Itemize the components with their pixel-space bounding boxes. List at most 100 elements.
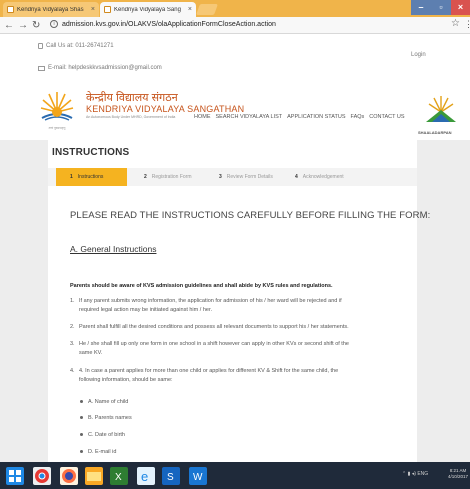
excel-icon[interactable]: X: [110, 467, 128, 485]
email-text: E-mail: helpdeskkvsadmission@gmail.com: [48, 65, 162, 71]
address-bar: ← → ↻ i admission.kvs.gov.in/OLAKVS/olaA…: [0, 17, 470, 34]
new-tab-button[interactable]: [195, 4, 219, 15]
chrome-icon[interactable]: [33, 467, 51, 485]
list-item: D. E-mail id: [80, 449, 116, 455]
volume-icon[interactable]: ◂): [412, 471, 416, 477]
clock-time: 8:21 AM: [449, 468, 467, 473]
top-info-bar: Call Us at: 011-26741271 E-mail: helpdes…: [0, 35, 470, 78]
instruction-item: 2. Parent shall fulfill all the desired c…: [70, 323, 390, 332]
item-number: 4.: [70, 368, 75, 374]
back-icon[interactable]: ←: [4, 19, 14, 32]
step-label: Acknowledgement: [302, 174, 344, 180]
ie-icon[interactable]: e: [137, 467, 155, 485]
shaaladarpan-label: SHAALADARPAN: [418, 130, 452, 135]
instruction-item: 4. 4. In case a parent applies for more t…: [70, 367, 390, 385]
browser-titlebar: Kendriya Vidyalaya Shas × Kendriya Vidya…: [0, 0, 470, 17]
item-text: If any parent submits wrong information,…: [79, 298, 342, 304]
bullet-text: B. Parents names: [88, 415, 132, 421]
lead-statement: Parents should be aware of KVS admission…: [70, 283, 333, 289]
page-viewport: Call Us at: 011-26741271 E-mail: helpdes…: [0, 35, 470, 462]
instruction-item: 1. If any parent submits wrong informatio…: [70, 297, 390, 315]
shaaladarpan-logo-icon[interactable]: [424, 94, 458, 124]
menu-icon[interactable]: ⋮: [464, 19, 470, 30]
tray-arrow-icon[interactable]: ⌃: [402, 471, 406, 477]
skype-icon[interactable]: S: [162, 467, 180, 485]
browser-tab-2[interactable]: Kendriya Vidyalaya Sang ×: [100, 2, 196, 17]
minimize-button[interactable]: –: [411, 0, 431, 15]
kvs-logo-icon[interactable]: [40, 90, 74, 122]
list-item: A. Name of child: [80, 399, 128, 405]
page-icon: [104, 6, 111, 13]
svg-text:X: X: [115, 472, 122, 483]
item-text-continued: same KV.: [79, 350, 103, 356]
step-acknowledgement[interactable]: 4 Acknowledgement: [295, 168, 344, 186]
step-number: 4: [295, 174, 298, 180]
close-icon[interactable]: ×: [188, 6, 192, 13]
step-instructions[interactable]: 1 Instructions: [56, 168, 127, 186]
step-label: Registration Form: [151, 174, 192, 180]
svg-text:e: e: [141, 469, 148, 484]
close-icon[interactable]: ×: [91, 6, 95, 13]
forward-icon[interactable]: →: [18, 19, 28, 32]
bullet-text: D. E-mail id: [88, 449, 117, 455]
maximize-button[interactable]: ▫: [431, 0, 451, 15]
page-icon: [7, 6, 14, 13]
call-info: Call Us at: 011-26741271: [38, 43, 114, 49]
clock[interactable]: 8:21 AM 4/10/2017: [448, 468, 468, 480]
mail-icon: [38, 65, 45, 71]
info-icon[interactable]: i: [50, 20, 58, 28]
start-icon[interactable]: [6, 467, 24, 485]
svg-text:W: W: [193, 472, 203, 483]
svg-text:S: S: [167, 472, 174, 483]
url-field[interactable]: i admission.kvs.gov.in/OLAKVS/olaApplica…: [50, 20, 276, 28]
item-text-continued: following information, should be same:: [79, 377, 173, 383]
progress-steps: 1 Instructions 2 Registration Form 3 Review…: [48, 168, 417, 186]
bullet-text: A. Name of child: [88, 399, 129, 405]
step-label: Instructions: [77, 174, 104, 180]
tab-label: Kendriya Vidyalaya Shas: [17, 6, 84, 13]
bookmark-star-icon[interactable]: ☆: [451, 18, 460, 29]
list-item: C. Date of birth: [80, 432, 125, 438]
browser-tab-1[interactable]: Kendriya Vidyalaya Shas ×: [3, 2, 99, 17]
item-number: 2.: [70, 324, 75, 330]
nav-faqs[interactable]: FAQs: [351, 114, 365, 120]
url-text: admission.kvs.gov.in/OLAKVS/olaApplicati…: [62, 20, 276, 28]
item-text: 4. In case a parent applies for more tha…: [79, 368, 339, 374]
folder-icon[interactable]: [85, 467, 103, 485]
item-text: Parent shall fulfill all the desired con…: [79, 324, 349, 330]
nav-application-status[interactable]: APPLICATION STATUS: [287, 114, 345, 120]
brand-hindi: केन्द्रीय विद्यालय संगठन: [86, 92, 178, 104]
email-info: E-mail: helpdeskkvsadmission@gmail.com: [38, 65, 162, 71]
nav-contact-us[interactable]: CONTACT US: [369, 114, 404, 120]
network-icon[interactable]: ▮: [408, 471, 411, 477]
word-icon[interactable]: W: [189, 467, 207, 485]
page-title: INSTRUCTIONS: [52, 147, 130, 158]
step-registration-form[interactable]: 2 Registration Form: [144, 168, 192, 186]
nav-home[interactable]: HOME: [194, 114, 211, 120]
step-number: 1: [70, 174, 73, 180]
firefox-icon[interactable]: [60, 467, 78, 485]
system-tray: ⌃ ▮ ◂) ENG: [402, 471, 428, 477]
phone-icon: [38, 43, 43, 49]
tab-label: Kendriya Vidyalaya Sang: [114, 6, 181, 13]
taskbar: X e S W ⌃ ▮ ◂) ENG 8:21 AM 4/10/2017: [0, 462, 470, 489]
call-text: Call Us at: 011-26741271: [46, 43, 114, 49]
instructions-card: INSTRUCTIONS 1 Instructions 2 Registration…: [48, 140, 430, 462]
language-indicator[interactable]: ENG: [417, 471, 428, 477]
reload-icon[interactable]: ↻: [32, 19, 40, 32]
login-link[interactable]: Login: [411, 52, 426, 58]
general-instructions-heading: A. General Instructions: [70, 244, 157, 254]
clock-date: 4/10/2017: [448, 474, 469, 479]
item-text: He / she shall fill up only one form in …: [79, 341, 349, 347]
instruction-item: 3. He / she shall fill up only one form i…: [70, 340, 390, 358]
nav-search-vidyalaya-list[interactable]: SEARCH VIDYALAYA LIST: [216, 114, 283, 120]
item-number: 3.: [70, 341, 75, 347]
bullet-text: C. Date of birth: [88, 432, 125, 438]
step-review-form-details[interactable]: 3 Review Form Details: [219, 168, 273, 186]
main-nav: HOME SEARCH VIDYALAYA LIST APPLICATION S…: [194, 114, 405, 120]
close-window-button[interactable]: ×: [451, 0, 470, 15]
instructions-heading: PLEASE READ THE INSTRUCTIONS CAREFULLY B…: [70, 210, 431, 221]
site-header: तत्त्वं पूषन्नपावृणु केन्द्रीय विद्यालय …: [0, 78, 470, 140]
item-text-continued: required legal action may be initiated a…: [79, 307, 212, 313]
step-number: 2: [144, 174, 147, 180]
